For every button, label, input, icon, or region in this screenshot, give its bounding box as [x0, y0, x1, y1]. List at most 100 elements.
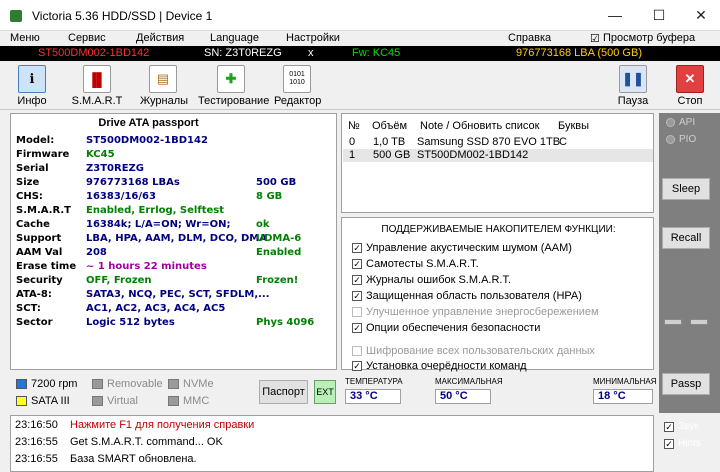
minimize-button[interactable]: — — [594, 0, 636, 31]
function-checkbox[interactable]: ✓ — [352, 291, 362, 301]
function-label: Самотесты S.M.A.R.T. — [366, 258, 479, 270]
window-title: Victoria 5.36 HDD/SSD | Device 1 — [32, 9, 213, 23]
sleep-button[interactable]: Sleep — [662, 178, 710, 200]
function-checkbox[interactable]: ✓ — [352, 243, 362, 253]
event-log[interactable]: 23:16:50 Нажмите F1 для получения справк… — [10, 415, 654, 472]
drive-row-selected[interactable]: 1 500 GB ST500DM002-1BD142 — [343, 149, 653, 162]
menu-item-settings[interactable]: Настройки — [286, 32, 340, 44]
function-checkbox[interactable]: ✓ — [352, 259, 362, 269]
device-model: ST500DM002-1BD142 — [38, 47, 150, 59]
stop-x-icon: ✕ — [676, 65, 704, 93]
passport-value: OFF, Frozen — [86, 275, 152, 286]
passport-value: 208 — [86, 247, 107, 258]
passport-key: Security — [16, 275, 63, 286]
menu-item-menu[interactable]: Меню — [10, 32, 40, 44]
drive-col-note[interactable]: Note / Обновить список — [420, 120, 539, 132]
passport-value: Logic 512 bytes — [86, 317, 175, 328]
passport-value: KC45 — [86, 149, 115, 160]
passport-key: Support — [16, 233, 62, 244]
passport-value: Z3T0REZG — [86, 163, 144, 174]
passport-row: Size 976773168 LBAs 500 GB — [16, 177, 334, 191]
menu-item-language[interactable]: Language — [210, 32, 259, 44]
api-radio-dot[interactable] — [666, 118, 675, 127]
editor-button[interactable]: 0101 1010 Редактор — [274, 65, 322, 108]
function-label: Установка очерёдности команд — [366, 360, 527, 372]
legend-nvme-label: NVMe — [183, 378, 214, 390]
function-label: Улучшенное управление энергосбережением — [366, 306, 599, 318]
journals-label: Журналы — [140, 95, 189, 107]
journals-button[interactable]: ▤ Журналы — [140, 65, 189, 108]
function-checkbox[interactable]: ✓ — [352, 275, 362, 285]
drive-num: 0 — [349, 136, 356, 148]
removable-swatch — [92, 379, 103, 389]
passport-row: S.M.A.R.T Enabled, Errlog, Selftest — [16, 205, 334, 219]
passport-key: Serial — [16, 163, 49, 174]
menu-bar: Меню Сервис Действия Language Настройки … — [0, 31, 720, 46]
function-checkbox[interactable]: ✓ — [352, 361, 362, 371]
log-text: Нажмите F1 для получения справки — [70, 419, 255, 431]
sound-checkbox[interactable]: ✓ — [664, 422, 674, 432]
drive-col-size[interactable]: Объём — [372, 120, 407, 132]
ext-button[interactable]: EXT — [314, 380, 336, 404]
mini-control-right[interactable] — [690, 319, 708, 325]
pause-icon: ❚❚ — [619, 65, 647, 93]
temperature-min-label: МИНИМАЛЬНАЯ — [593, 377, 657, 386]
testing-plus-icon: ✚ — [217, 65, 245, 93]
drive-col-num[interactable]: № — [348, 120, 360, 132]
menu-item-help[interactable]: Справка — [508, 32, 551, 44]
hints-checkbox[interactable]: ✓ — [664, 439, 674, 449]
info-icon: ℹ — [18, 65, 46, 93]
passport-value2: Phys 4096 — [256, 317, 315, 328]
menu-item-actions[interactable]: Действия — [136, 32, 184, 44]
close-button[interactable]: ✕ — [680, 0, 720, 31]
device-serial: SN: Z3T0REZG — [204, 47, 282, 59]
function-label: Шифрование всех пользовательских данных — [366, 345, 595, 357]
info-button[interactable]: ℹ Инфо — [10, 65, 54, 108]
api-label: API — [679, 117, 696, 128]
rpm-swatch — [16, 379, 27, 389]
function-checkbox[interactable]: ✓ — [352, 323, 362, 333]
drive-note: ST500DM002-1BD142 — [417, 149, 529, 161]
passport-value: Enabled, Errlog, Selftest — [86, 205, 224, 216]
passport-value2: 8 GB — [256, 191, 283, 202]
drive-passport-panel: Drive ATA passport Model: ST500DM002-1BD… — [10, 113, 337, 370]
device-close-mark[interactable]: x — [308, 47, 314, 59]
function-checkbox[interactable] — [352, 307, 362, 317]
menu-item-service[interactable]: Сервис — [68, 32, 106, 44]
drive-type-legend: 7200 rpm Removable NVMe SATA III Virtual… — [10, 373, 250, 409]
passp-button[interactable]: Passp — [662, 373, 710, 395]
app-icon — [10, 10, 22, 22]
legend-removable-label: Removable — [107, 378, 163, 390]
temperature-min-value: 18 °C — [593, 389, 653, 404]
testing-label: Тестирование — [198, 95, 270, 107]
testing-button[interactable]: ✚ Тестирование — [198, 65, 270, 108]
victoria-window: Victoria 5.36 HDD/SSD | Device 1 — ☐ ✕ М… — [0, 0, 720, 472]
passport-key: AAM Val — [16, 247, 63, 258]
passport-row: Firmware KC45 — [16, 149, 334, 163]
passport-row: Cache 16384k; L/A=ON; Wr=ON; ok — [16, 219, 334, 233]
stop-button[interactable]: ✕ Стоп — [672, 65, 708, 108]
drive-col-letters[interactable]: Буквы — [558, 120, 589, 132]
passport-key: ATA-8: — [16, 289, 52, 300]
passport-row: CHS: 16383/16/63 8 GB — [16, 191, 334, 205]
passport-row: Model: ST500DM002-1BD142 — [16, 135, 334, 149]
passport-key: Firmware — [16, 149, 70, 160]
drive-row[interactable]: 0 1,0 TB Samsung SSD 870 EVO 1TB C — [343, 136, 653, 149]
editor-label: Редактор — [274, 95, 322, 107]
device-strip: ST500DM002-1BD142 SN: Z3T0REZG x Fw: KC4… — [0, 46, 720, 61]
pause-button[interactable]: ❚❚ Пауза — [614, 65, 652, 108]
recall-button[interactable]: Recall — [662, 227, 710, 249]
passport-header: Drive ATA passport — [98, 117, 199, 129]
toolbar: ℹ Инфо ▐▌ S.M.A.R.T ▤ Журналы ✚ Тестиров… — [0, 61, 720, 110]
menu-item-buffer-view[interactable]: Просмотр буфера — [603, 32, 695, 44]
mini-control-left[interactable] — [664, 319, 682, 325]
function-checkbox[interactable] — [352, 346, 362, 356]
function-label: Опции обеспечения безопасности — [366, 322, 541, 334]
maximize-button[interactable]: ☐ — [638, 0, 680, 31]
passport-key: Cache — [16, 219, 50, 230]
smart-button[interactable]: ▐▌ S.M.A.R.T — [70, 65, 124, 108]
passport-value2: Frozen! — [256, 275, 299, 286]
passport-button[interactable]: Паспорт — [259, 380, 308, 404]
buffer-view-check-icon[interactable]: ☑ — [590, 32, 600, 45]
pio-radio-dot[interactable] — [666, 135, 675, 144]
